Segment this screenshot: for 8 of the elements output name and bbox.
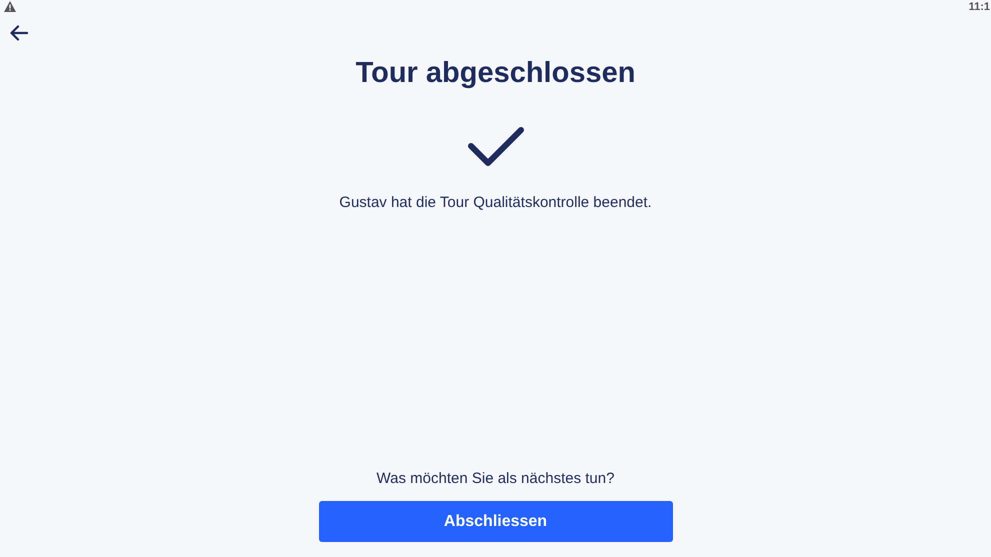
back-arrow-icon[interactable] <box>10 25 28 41</box>
page-title: Tour abgeschlossen <box>356 57 636 90</box>
next-step-question: Was möchten Sie als nächstes tun? <box>376 470 614 487</box>
finish-button[interactable]: Abschliessen <box>318 501 672 542</box>
warning-icon <box>4 1 16 12</box>
completion-message: Gustav hat die Tour Qualitätskontrolle beendet. <box>339 194 652 211</box>
checkmark-icon <box>468 126 524 168</box>
status-time: 11:1 <box>968 0 990 12</box>
